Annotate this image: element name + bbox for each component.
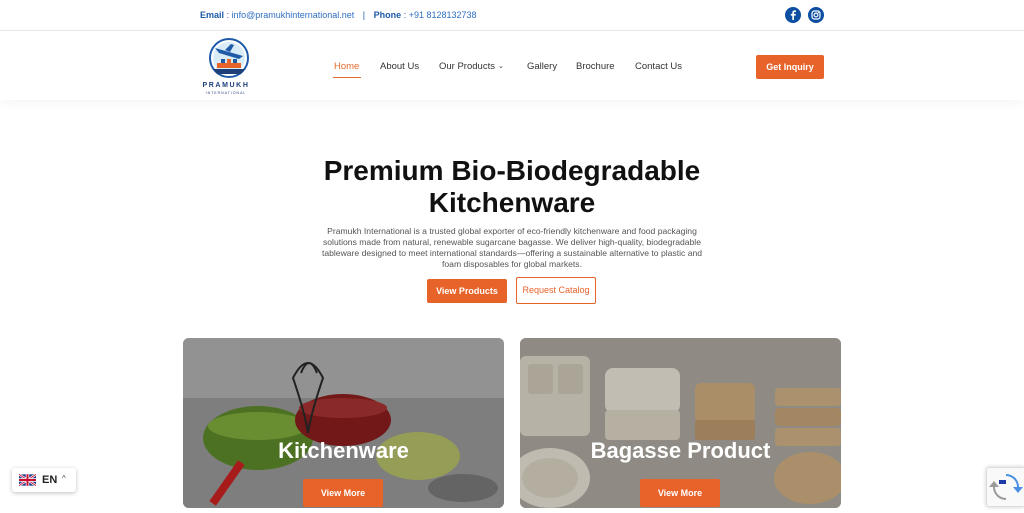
chevron-down-icon: ⌄ bbox=[497, 63, 504, 70]
request-catalog-button[interactable]: Request Catalog bbox=[516, 277, 596, 304]
uk-flag-icon bbox=[19, 474, 36, 486]
logo-subtitle: INTERNATIONAL bbox=[205, 91, 247, 95]
nav-active-underline bbox=[333, 77, 361, 78]
email-link[interactable]: info@pramukhinternational.net bbox=[232, 10, 355, 20]
phone-link[interactable]: +91 8128132738 bbox=[409, 10, 477, 20]
get-inquiry-button[interactable]: Get Inquiry bbox=[756, 55, 824, 79]
logo-wordmark: PRAMUKH bbox=[202, 82, 250, 89]
email-separator: : bbox=[226, 10, 230, 20]
instagram-icon[interactable] bbox=[808, 7, 824, 23]
phone-label: Phone bbox=[373, 10, 402, 20]
recaptcha-badge[interactable] bbox=[986, 467, 1024, 507]
hero-title-line-1: Premium Bio-Biodegradable bbox=[323, 155, 701, 186]
nav-our-products[interactable]: Our Products ⌄ bbox=[439, 61, 504, 72]
bagasse-card-title: Bagasse Product bbox=[590, 438, 771, 463]
nav-contact-us[interactable]: Contact Us bbox=[635, 61, 682, 72]
phone-separator: : bbox=[403, 10, 407, 20]
kitchenware-view-more-button[interactable]: View More bbox=[303, 479, 383, 507]
hero-title-line-2: Kitchenware bbox=[428, 187, 596, 218]
nav-gallery[interactable]: Gallery bbox=[527, 61, 557, 72]
language-code: EN bbox=[42, 474, 58, 486]
view-products-button[interactable]: View Products bbox=[427, 279, 507, 303]
kitchenware-card-title: Kitchenware bbox=[278, 438, 409, 463]
language-switcher[interactable]: EN ^ bbox=[12, 468, 76, 492]
contact-info: Email : info@pramukhinternational.net | … bbox=[200, 10, 477, 20]
facebook-icon[interactable] bbox=[785, 7, 801, 23]
company-logo[interactable]: PRAMUKH INTERNATIONAL bbox=[195, 36, 257, 98]
nav-about-us[interactable]: About Us bbox=[380, 61, 419, 72]
nav-our-products-label: Our Products bbox=[439, 61, 495, 72]
chevron-up-icon: ^ bbox=[62, 474, 66, 483]
main-navbar: PRAMUKH INTERNATIONAL Home About Us Our … bbox=[0, 32, 1024, 100]
logo-emblem-icon bbox=[209, 38, 249, 78]
kitchenware-card[interactable]: Kitchenware View More bbox=[183, 338, 504, 508]
contact-divider: | bbox=[362, 10, 366, 20]
nav-home[interactable]: Home bbox=[334, 61, 359, 72]
hero-description: Pramukh International is a trusted globa… bbox=[321, 226, 703, 269]
bagasse-view-more-button[interactable]: View More bbox=[640, 479, 720, 507]
email-label: Email bbox=[200, 10, 225, 20]
top-bar: Email : info@pramukhinternational.net | … bbox=[0, 0, 1024, 31]
nav-brochure[interactable]: Brochure bbox=[576, 61, 615, 72]
recaptcha-icon bbox=[989, 474, 1023, 500]
bagasse-product-card[interactable]: Bagasse Product View More bbox=[520, 338, 841, 508]
hero-title: Premium Bio-Biodegradable Kitchenware bbox=[262, 155, 762, 219]
